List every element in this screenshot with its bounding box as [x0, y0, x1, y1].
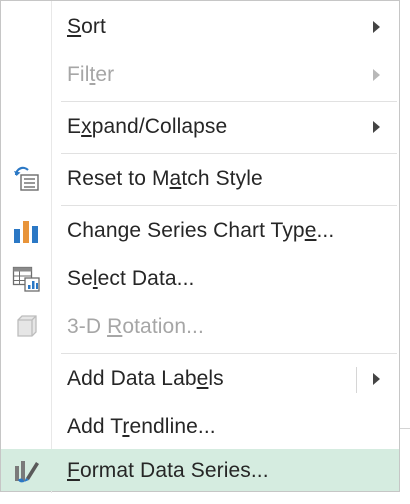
menu-item-label: Expand/Collapse	[67, 115, 228, 138]
background-bottom-edge	[0, 492, 410, 504]
menu-item-label: Add Trendline...	[67, 415, 216, 438]
submenu-arrow-icon	[373, 121, 380, 133]
menu-item-expand-collapse[interactable]: Expand/Collapse	[1, 105, 399, 149]
select-data-icon	[11, 265, 41, 293]
menu-item-label: Reset to Match Style	[67, 167, 263, 190]
menu-separator	[61, 101, 397, 102]
menu-item-label: Format Data Series...	[67, 459, 269, 482]
background-gridline	[400, 428, 410, 429]
submenu-arrow-icon[interactable]	[373, 373, 380, 385]
menu-item-change-series-chart-type[interactable]: Change Series Chart Type...	[1, 209, 399, 253]
menu-item-label: 3-D Rotation...	[67, 315, 204, 338]
menu-item-filter[interactable]: Filter	[1, 53, 399, 97]
menu-item-reset-to-match-style[interactable]: Reset to Match Style	[1, 157, 399, 201]
menu-separator	[61, 153, 397, 154]
menu-separator	[61, 353, 397, 354]
chart-series-context-menu: Sort Filter Expand/Collapse Reset to Mat…	[0, 0, 400, 493]
menu-item-label: Change Series Chart Type...	[67, 219, 335, 242]
menu-item-label: Select Data...	[67, 267, 195, 290]
menu-item-label: Sort	[67, 15, 106, 38]
menu-item-add-trendline[interactable]: Add Trendline...	[1, 405, 399, 449]
menu-item-add-data-labels[interactable]: Add Data Labels	[1, 357, 399, 401]
submenu-arrow-icon	[373, 21, 380, 33]
menu-item-select-data[interactable]: Select Data...	[1, 257, 399, 301]
menu-item-3d-rotation[interactable]: 3-D Rotation...	[1, 305, 399, 349]
split-button-divider	[356, 367, 357, 393]
format-series-icon	[11, 456, 41, 484]
menu-item-label: Filter	[67, 63, 115, 86]
menu-item-label: Add Data Labels	[67, 367, 224, 390]
bar-chart-icon	[11, 217, 41, 245]
submenu-arrow-icon	[373, 69, 380, 81]
menu-item-format-data-series[interactable]: Format Data Series...	[1, 449, 399, 491]
menu-item-sort[interactable]: Sort	[1, 5, 399, 49]
menu-separator	[61, 205, 397, 206]
reset-style-icon	[11, 165, 41, 193]
3d-rotation-icon	[11, 313, 41, 341]
